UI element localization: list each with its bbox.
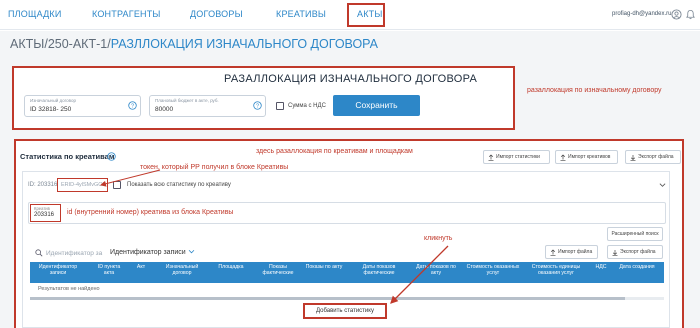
save-button[interactable]: Сохранить: [333, 95, 420, 116]
breadcrumb: АКТЫ/250-АКТ-1/РАЗЛЛОКАЦИЯ ИЗНАЧАЛЬНОГО …: [10, 37, 378, 51]
scrollbar-thumb[interactable]: [30, 297, 625, 300]
upload-icon: [550, 249, 556, 256]
export-file-button[interactable]: Экспорт файла: [625, 150, 681, 164]
show-all-label: Показать всю статистику по креативу: [127, 182, 231, 188]
nav-item-contracts[interactable]: ДОГОВОРЫ: [190, 9, 243, 19]
upload-icon: [560, 154, 566, 161]
breadcrumb-current: РАЗЛЛОКАЦИЯ ИЗНАЧАЛЬНОГО ДОГОВОРА: [110, 37, 379, 51]
svg-text:?: ?: [131, 103, 134, 109]
import-stats-label: Импорт статистики: [496, 154, 540, 160]
col-dates-fact[interactable]: Даты показов фактические: [348, 264, 410, 276]
breadcrumb-act[interactable]: 250-АКТ-1: [48, 37, 107, 51]
help-icon[interactable]: ?: [253, 101, 262, 110]
export-file-label: Экспорт файла: [638, 154, 674, 160]
planned-budget-field[interactable]: Плановый бюджет в акте, руб. 80000: [149, 95, 266, 117]
token-value: ERID-4ylSMvGO3: [61, 182, 106, 188]
annotation-token: токен, который РР получил в блоке Креати…: [140, 164, 289, 171]
record-id-label: Идентификатор записи: [110, 249, 186, 256]
svg-text:?: ?: [256, 103, 259, 109]
planned-budget-label: Плановый бюджет в акте, руб.: [155, 98, 219, 103]
stats-title: Статистика по креативам: [20, 152, 115, 161]
col-initial-contract[interactable]: Изначальный договор: [157, 264, 207, 276]
help-icon[interactable]: ?: [107, 152, 116, 161]
search-icon: [35, 249, 43, 257]
col-act-item-id[interactable]: ID пункта акта: [92, 264, 126, 276]
nav-item-creatives[interactable]: КРЕАТИВЫ: [276, 9, 326, 19]
col-service-cost[interactable]: Стоимость оказанных услуг: [465, 264, 521, 276]
annotation-stats: здесь разаллокация по креативам и площад…: [256, 148, 413, 155]
download-icon: [612, 250, 618, 256]
import-creatives-label: Импорт креативов: [568, 154, 611, 160]
creative-value: 203316: [34, 212, 55, 218]
import-creatives-button[interactable]: Импорт креативов: [555, 150, 618, 164]
vat-checkbox[interactable]: [276, 102, 284, 110]
col-impressions-fact[interactable]: Показы фактические: [255, 264, 301, 276]
empty-state: Результатов не найдено: [38, 286, 100, 292]
col-act[interactable]: Акт: [130, 264, 152, 270]
search-input[interactable]: Идентификатор за: [46, 250, 102, 257]
import-file-button[interactable]: Импорт файла: [545, 245, 598, 259]
col-impressions-act[interactable]: Показы по акту: [304, 264, 344, 270]
initial-contract-label: Изначальный договор: [30, 98, 77, 103]
extended-search-button[interactable]: Расширенный поиск: [607, 227, 663, 241]
col-platform[interactable]: Площадка: [210, 264, 252, 270]
nav-item-platforms[interactable]: ПЛОЩАДКИ: [8, 9, 62, 19]
chevron-down-icon: [188, 249, 194, 254]
creative-id-label: ID: 203316: [28, 182, 58, 188]
initial-contract-value: ID 32818- 250: [30, 106, 72, 113]
col-unit-cost[interactable]: Стоимость единицы оказания услуг: [524, 264, 588, 276]
vat-label: Сумма с НДС: [288, 103, 326, 109]
col-created-date[interactable]: Дата создания: [616, 264, 658, 270]
annotation-realloc: разаллокация по изначальному договору: [527, 87, 662, 94]
user-email[interactable]: profiag-dh@yandex.ru: [612, 11, 671, 17]
help-icon[interactable]: ?: [128, 101, 137, 110]
record-id-dropdown[interactable]: Идентификатор записи: [110, 249, 195, 256]
add-statistics-button[interactable]: Добавить статистику: [303, 303, 387, 319]
download-icon: [630, 155, 636, 161]
upload-icon: [488, 154, 494, 161]
import-file-label: Импорт файла: [558, 249, 593, 255]
breadcrumb-acts[interactable]: АКТЫ: [10, 37, 44, 51]
user-icon[interactable]: [671, 9, 682, 20]
import-stats-button[interactable]: Импорт статистики: [483, 150, 550, 164]
export-file2-button[interactable]: Экспорт файла: [607, 245, 663, 259]
top-nav: ПЛОЩАДКИ КОНТРАГЕНТЫ ДОГОВОРЫ КРЕАТИВЫ А…: [0, 0, 700, 30]
annotation-creative-id: id (внутренний номер) креатива из блока …: [67, 209, 234, 216]
col-dates-act[interactable]: Даты показов по акту: [412, 264, 460, 276]
show-all-checkbox[interactable]: [113, 181, 121, 189]
svg-text:?: ?: [110, 154, 113, 160]
col-vat[interactable]: НДС: [590, 264, 612, 270]
creative-label: Креатив: [34, 206, 50, 211]
bell-icon[interactable]: [685, 9, 696, 20]
chevron-down-icon[interactable]: [659, 182, 666, 188]
annotation-clicked: кликнуть: [424, 235, 453, 242]
nav-item-counterparties[interactable]: КОНТРАГЕНТЫ: [92, 9, 161, 19]
page-title: РАЗАЛЛОКАЦИЯ ИЗНАЧАЛЬНОГО ДОГОВОРА: [224, 73, 478, 85]
initial-contract-field[interactable]: Изначальный договор ID 32818- 250: [24, 95, 141, 117]
col-record-id[interactable]: Идентификатор записи: [32, 264, 84, 276]
planned-budget-value: 80000: [155, 106, 174, 113]
active-tab-highlight: [347, 3, 385, 27]
export-file2-label: Экспорт файла: [620, 249, 656, 255]
extended-search-label: Расширенный поиск: [611, 231, 659, 237]
